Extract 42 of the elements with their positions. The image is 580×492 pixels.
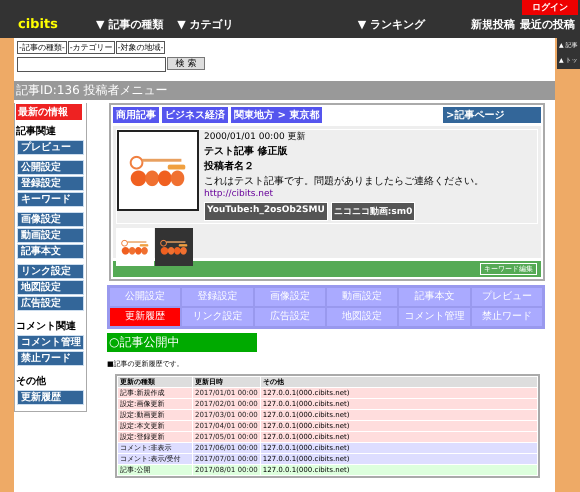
author-name: 投稿者名２ — [204, 160, 255, 173]
video-tag: ニコニコ動画:sm0 — [330, 202, 416, 221]
sidebar-item[interactable]: リンク設定 — [17, 264, 84, 279]
category-tag[interactable]: 商用記事 — [113, 107, 159, 123]
login-button[interactable]: ログイン — [522, 0, 578, 15]
dropdown[interactable]: -記事の種類- — [17, 41, 67, 54]
sidebar-item[interactable]: キーワード — [17, 192, 84, 207]
sidebar-heading: その他 — [16, 374, 47, 389]
status-banner: ○記事公開中 — [107, 333, 257, 352]
sidebar-item[interactable]: 禁止ワード — [17, 351, 84, 366]
search-field[interactable] — [17, 57, 166, 72]
sidebar-item[interactable]: プレビュー — [17, 140, 84, 155]
search-button[interactable]: 検 索 — [167, 57, 205, 70]
tab[interactable]: 更新履歴 — [110, 308, 180, 326]
article-body: これはテスト記事です。問題がありましたらご連絡ください。 — [204, 174, 484, 188]
sidebar-item[interactable]: 公開設定 — [17, 160, 84, 175]
article-page-link[interactable]: >記事ページ — [443, 107, 541, 123]
nav-link[interactable]: 新規投稿 — [471, 17, 515, 32]
dropdown[interactable]: -カテゴリー — [68, 41, 115, 54]
sidebar-item[interactable]: 登録設定 — [17, 176, 84, 191]
article-url[interactable]: http://cibits.net — [204, 189, 484, 199]
sidebar-item[interactable]: 記事本文 — [17, 244, 84, 259]
nav-menu[interactable]: ▼ カテゴリ — [177, 17, 234, 32]
sidebar-heading: コメント関連 — [16, 320, 77, 334]
sidebar-heading: 記事関連 — [16, 124, 57, 139]
sidebar-item[interactable]: 動画設定 — [17, 228, 84, 243]
sidebar-item[interactable]: 更新履歴 — [17, 390, 84, 405]
sidebar-item[interactable]: 画像設定 — [17, 212, 84, 227]
sidebar-item[interactable]: 広告設定 — [17, 296, 84, 311]
sidebar-item[interactable]: 地図設定 — [17, 280, 84, 295]
nav-menu[interactable]: ▼ 記事の種類 — [96, 17, 164, 32]
update-date: 2000/01/01 00:00 更新 — [204, 130, 307, 143]
sidebar-item[interactable]: コメント管理 — [17, 335, 84, 350]
page-title: 記事ID:136 投稿者メニュー — [14, 81, 555, 100]
category-tag[interactable]: 関東地方 > 東京都 — [231, 107, 322, 123]
nav-link[interactable]: 最近の投稿 — [520, 17, 575, 32]
category-tag[interactable]: ビジネス経済 — [162, 107, 228, 123]
video-tag: YouTube:h_2osOb2SMU — [204, 202, 328, 221]
site-logo[interactable]: cibits — [18, 17, 96, 32]
dropdown[interactable]: -対象の地域- — [116, 41, 166, 54]
nav-menu[interactable]: ▼ ランキング — [358, 17, 425, 32]
article-title: テスト記事 修正版 — [204, 144, 288, 158]
